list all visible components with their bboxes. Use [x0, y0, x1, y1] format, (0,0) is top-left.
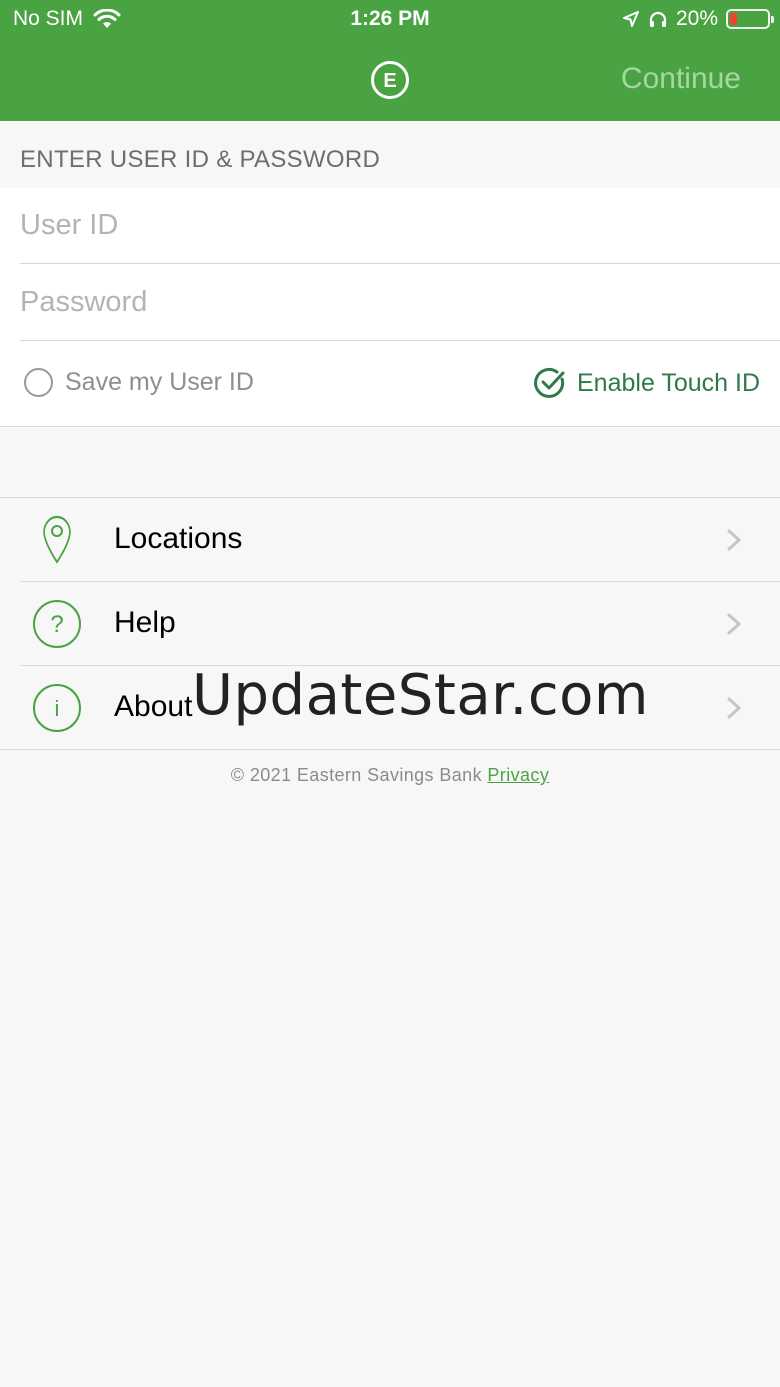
- chevron-right-icon: [727, 613, 741, 635]
- battery-percent: 20%: [675, 7, 718, 30]
- list-item-help[interactable]: ? Help: [0, 582, 780, 666]
- list-item-locations[interactable]: Locations: [0, 498, 780, 582]
- headphones-icon: [649, 11, 667, 27]
- nav-bar: No SIM 1:26 PM 20% E Continue: [0, 0, 780, 121]
- status-bar: No SIM 1:26 PM 20%: [0, 0, 780, 40]
- save-user-id-radio[interactable]: [24, 368, 53, 397]
- section-title: ENTER USER ID & PASSWORD: [20, 146, 381, 173]
- list-item-label: Locations: [114, 522, 243, 555]
- check-circle-icon: [534, 367, 565, 398]
- login-form: Save my User ID Enable Touch ID: [0, 188, 780, 427]
- question-circle-icon: ?: [33, 600, 81, 648]
- watermark-text: UpdateStar.com: [192, 663, 649, 728]
- user-id-field[interactable]: [20, 188, 780, 264]
- login-options: Save my User ID Enable Touch ID: [0, 341, 780, 427]
- password-input[interactable]: [20, 265, 780, 340]
- enable-touch-id-toggle[interactable]: Enable Touch ID: [533, 366, 760, 400]
- location-arrow-icon: [622, 11, 639, 27]
- location-pin-icon: [43, 515, 71, 564]
- svg-text:?: ?: [50, 611, 63, 638]
- chevron-right-icon: [727, 697, 741, 719]
- save-user-id-label: Save my User ID: [65, 368, 254, 396]
- status-right: 20%: [622, 7, 774, 31]
- list-item-label: Help: [114, 606, 176, 639]
- chevron-right-icon: [727, 529, 741, 551]
- footer: © 2021 Eastern Savings Bank Privacy: [0, 765, 780, 786]
- bank-logo-icon: E: [371, 61, 409, 99]
- continue-button[interactable]: Continue: [621, 62, 741, 96]
- enable-touch-id-label: Enable Touch ID: [577, 368, 760, 397]
- user-id-input[interactable]: [20, 188, 780, 263]
- copyright-text: © 2021 Eastern Savings Bank: [230, 765, 482, 785]
- list-item-label: About: [114, 690, 193, 723]
- password-field[interactable]: [20, 265, 780, 341]
- privacy-link[interactable]: Privacy: [487, 765, 549, 785]
- battery-icon: [726, 9, 774, 29]
- svg-text:i: i: [55, 696, 60, 721]
- save-user-id-toggle[interactable]: Save my User ID: [24, 368, 254, 397]
- info-circle-icon: i: [33, 684, 81, 732]
- logo-letter: E: [383, 70, 396, 92]
